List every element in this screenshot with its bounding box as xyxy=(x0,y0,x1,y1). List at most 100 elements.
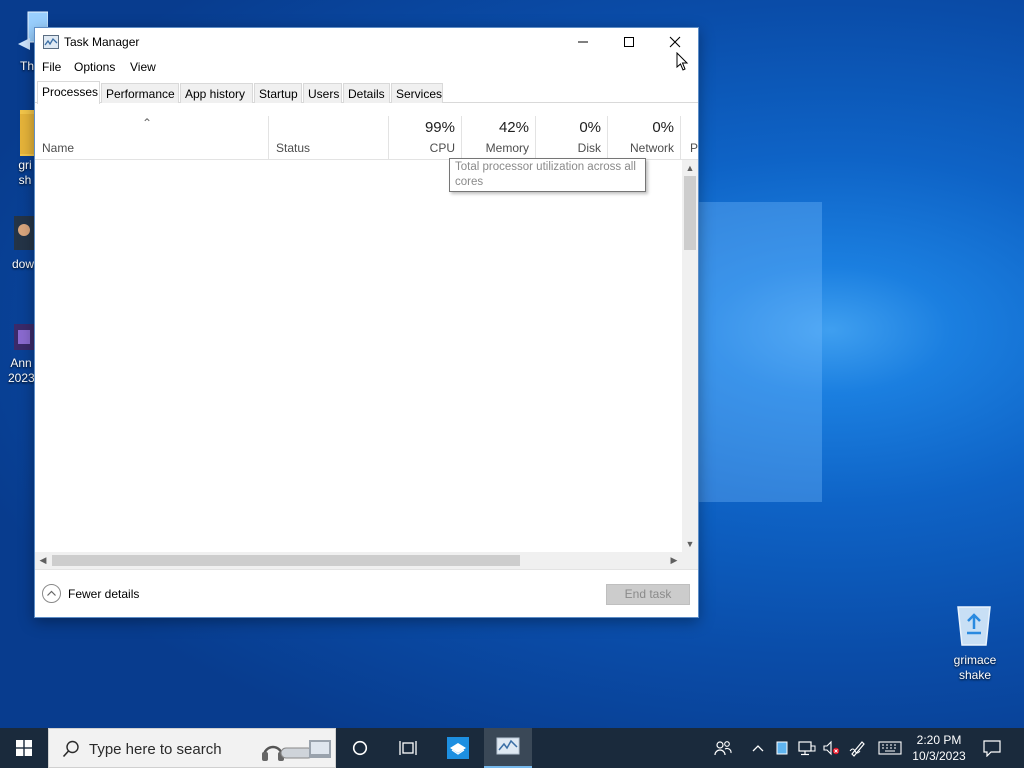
network-icon xyxy=(798,741,816,756)
scroll-right-icon[interactable]: ▶ xyxy=(666,552,682,568)
column-status[interactable]: Status xyxy=(269,116,389,160)
task-view-icon xyxy=(399,741,417,755)
network-percent: 0% xyxy=(652,119,674,136)
taskbar-app-task-manager[interactable] xyxy=(484,728,532,768)
desktop-icon-label-1[interactable]: Th xyxy=(19,59,35,74)
scrollbar-corner xyxy=(682,552,698,569)
tray-app-icon[interactable] xyxy=(774,728,790,768)
taskbar-search-box[interactable]: Type here to search xyxy=(48,728,336,768)
minimize-icon xyxy=(578,41,588,43)
tab-app-history[interactable]: App history xyxy=(180,83,253,103)
vertical-scroll-thumb[interactable] xyxy=(684,176,696,250)
task-manager-icon xyxy=(43,35,59,49)
pen-icon xyxy=(849,741,865,757)
search-highlight-icon xyxy=(262,740,331,761)
pen-workspace-button[interactable] xyxy=(846,728,870,768)
chevron-up-circle-icon[interactable] xyxy=(42,584,61,603)
title-bar[interactable]: Task Manager xyxy=(35,28,698,56)
process-list[interactable] xyxy=(35,160,682,552)
video-thumbnail-icon[interactable] xyxy=(14,216,34,253)
close-icon xyxy=(669,36,681,48)
desktop-light-beam xyxy=(698,202,822,502)
horizontal-scrollbar[interactable]: ◀ ▶ xyxy=(35,552,682,569)
tab-strip: Processes Performance App history Startu… xyxy=(35,81,698,104)
sandbox-app-icon xyxy=(447,737,469,759)
image-thumbnail-icon[interactable] xyxy=(14,324,34,353)
memory-label: Memory xyxy=(485,141,529,155)
people-icon xyxy=(714,741,732,756)
network-label: Network xyxy=(629,141,674,155)
cortana-circle-icon xyxy=(352,740,368,756)
minimize-button[interactable] xyxy=(560,28,606,56)
cpu-percent: 99% xyxy=(424,119,455,136)
disk-label: Disk xyxy=(577,141,601,155)
tab-performance[interactable]: Performance xyxy=(101,83,179,103)
taskbar-app-sandbox[interactable] xyxy=(434,728,482,768)
close-button[interactable] xyxy=(652,28,698,56)
volume-button[interactable] xyxy=(820,728,842,768)
memory-percent: 42% xyxy=(498,119,529,136)
window-title: Task Manager xyxy=(64,35,140,49)
end-task-button[interactable]: End task xyxy=(606,584,690,605)
network-status-button[interactable] xyxy=(796,728,818,768)
cortana-button[interactable] xyxy=(336,728,384,768)
taskbar-clock[interactable]: 2:20 PM 10/3/2023 xyxy=(906,732,972,764)
menu-view[interactable]: View xyxy=(130,60,156,74)
desktop-icon-label-4[interactable]: Ann 2023 xyxy=(8,356,35,386)
people-button[interactable] xyxy=(710,728,736,768)
sort-up-icon: ⌃ xyxy=(142,116,153,130)
desktop-icon-label-3[interactable]: dow xyxy=(12,257,34,272)
action-center-button[interactable] xyxy=(978,728,1006,768)
taskbar: Type here to search 2:20 PM 10/3/2023 xyxy=(0,728,1024,768)
search-icon xyxy=(62,740,79,758)
task-view-button[interactable] xyxy=(384,728,432,768)
column-network[interactable]: 0% Network xyxy=(608,116,681,160)
task-manager-window: Task Manager File Options View Processes… xyxy=(34,27,699,618)
keyboard-icon xyxy=(878,741,902,755)
horizontal-scroll-thumb[interactable] xyxy=(52,555,520,566)
tab-users[interactable]: Users xyxy=(303,83,342,103)
clock-time: 2:20 PM xyxy=(916,733,962,747)
maximize-icon xyxy=(624,37,634,47)
recycle-bin-icon[interactable] xyxy=(954,603,994,650)
column-name[interactable]: ⌃ Name xyxy=(35,116,269,160)
maximize-button[interactable] xyxy=(606,28,652,56)
tab-startup[interactable]: Startup xyxy=(254,83,302,103)
column-cpu[interactable]: 99% CPU xyxy=(389,116,462,160)
task-manager-taskbar-icon xyxy=(496,737,520,755)
column-power-partial[interactable]: P xyxy=(681,116,698,160)
tab-details[interactable]: Details xyxy=(343,83,390,103)
clock-date: 10/3/2023 xyxy=(912,749,966,763)
menu-options[interactable]: Options xyxy=(74,60,115,74)
cpu-tooltip: Total processor utilization across all c… xyxy=(449,158,646,192)
mouse-cursor-icon xyxy=(676,51,690,75)
menu-file[interactable]: File xyxy=(42,60,61,74)
notification-icon xyxy=(983,740,1001,757)
chevron-up-icon xyxy=(752,745,764,752)
touch-keyboard-button[interactable] xyxy=(876,728,904,768)
column-memory[interactable]: 42% Memory xyxy=(462,116,536,160)
windows-logo-icon xyxy=(16,740,32,756)
power-label-partial: P xyxy=(690,141,699,155)
fewer-details-link[interactable]: Fewer details xyxy=(68,587,139,601)
desktop-icon-label-2[interactable]: gri sh xyxy=(15,158,35,188)
start-button[interactable] xyxy=(0,728,48,768)
scroll-left-icon[interactable]: ◀ xyxy=(35,552,51,568)
column-status-label: Status xyxy=(276,141,311,155)
disk-percent: 0% xyxy=(579,119,601,136)
search-placeholder: Type here to search xyxy=(89,741,222,758)
column-header-row: ⌃ Name Status 99% CPU 42% Memory 0% Disk… xyxy=(35,116,698,160)
column-disk[interactable]: 0% Disk xyxy=(536,116,608,160)
show-hidden-icons-button[interactable] xyxy=(748,728,768,768)
vertical-scrollbar[interactable]: ▲ ▼ xyxy=(682,160,698,552)
recycle-bin-label[interactable]: grimace shake xyxy=(944,653,1006,683)
volume-muted-icon xyxy=(823,740,840,756)
tab-services[interactable]: Services xyxy=(391,83,443,103)
column-name-label: Name xyxy=(42,141,75,155)
tab-processes[interactable]: Processes xyxy=(37,81,100,104)
scroll-down-icon[interactable]: ▼ xyxy=(682,536,698,552)
footer-bar: Fewer details End task xyxy=(35,569,698,617)
scroll-up-icon[interactable]: ▲ xyxy=(682,160,698,176)
tablet-icon xyxy=(776,741,788,755)
cpu-label: CPU xyxy=(429,141,455,155)
